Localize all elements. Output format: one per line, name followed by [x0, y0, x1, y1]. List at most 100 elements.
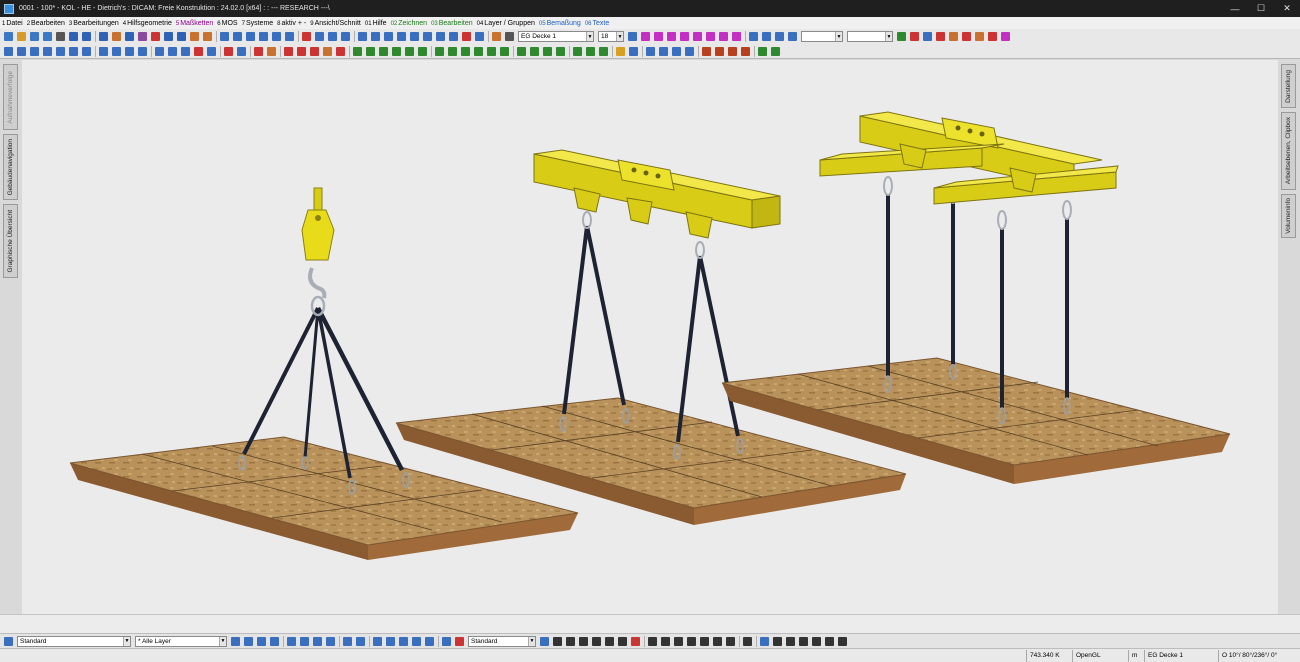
- secondary-tool-icon[interactable]: [715, 46, 724, 56]
- draw-tool-icon[interactable]: [812, 636, 821, 646]
- secondary-tool-icon[interactable]: [702, 46, 711, 56]
- draw-tool-icon[interactable]: [648, 636, 657, 646]
- secondary-tool-icon[interactable]: [4, 46, 13, 56]
- view-tool-icon[interactable]: [693, 32, 702, 41]
- secondary-tool-icon[interactable]: [69, 46, 78, 56]
- secondary-tool-icon[interactable]: [487, 46, 496, 56]
- secondary-tool-icon[interactable]: [112, 46, 121, 56]
- secondary-tool-icon[interactable]: [728, 46, 737, 56]
- line-style-select[interactable]: Standard ▼: [468, 635, 536, 647]
- secondary-tool-icon[interactable]: [207, 46, 216, 56]
- main-tool-icon[interactable]: [220, 32, 229, 41]
- main-tool-icon[interactable]: [436, 32, 445, 41]
- main-tool-icon[interactable]: [328, 32, 337, 41]
- secondary-tool-icon[interactable]: [586, 46, 595, 56]
- draw-tool-icon[interactable]: [540, 636, 549, 646]
- minimize-button[interactable]: —: [1222, 0, 1248, 17]
- bottom-tool-icon[interactable]: [425, 636, 434, 646]
- secondary-tool-icon[interactable]: [500, 46, 509, 56]
- tool-tool-icon[interactable]: [910, 32, 919, 41]
- secondary-tool-icon[interactable]: [771, 46, 780, 56]
- bottom-tool-icon[interactable]: [326, 636, 335, 646]
- secondary-tool-icon[interactable]: [461, 46, 470, 56]
- main-tool-icon[interactable]: [190, 32, 199, 41]
- main-tool-icon[interactable]: [125, 32, 134, 41]
- secondary-tool-icon[interactable]: [323, 46, 332, 56]
- menu-bearbeiten[interactable]: 2 Bearbeiten: [27, 20, 65, 27]
- view-tool-icon[interactable]: [628, 32, 637, 41]
- bottom-tool-icon[interactable]: [373, 636, 382, 646]
- main-tool-icon[interactable]: [246, 32, 255, 41]
- secondary-tool-icon[interactable]: [685, 46, 694, 56]
- main-tool-icon[interactable]: [4, 32, 13, 41]
- secondary-tool-icon[interactable]: [599, 46, 608, 56]
- main-tool-icon[interactable]: [138, 32, 147, 41]
- secondary-tool-icon[interactable]: [43, 46, 52, 56]
- main-tool-icon[interactable]: [462, 32, 471, 41]
- bottom-tool-icon[interactable]: [343, 636, 352, 646]
- tool-tool-icon[interactable]: [923, 32, 932, 41]
- main-tool-icon[interactable]: [341, 32, 350, 41]
- bottom-tool-icon[interactable]: [455, 636, 464, 646]
- view-tool-icon[interactable]: [641, 32, 650, 41]
- secondary-tool-icon[interactable]: [82, 46, 91, 56]
- draw-tool-icon[interactable]: [700, 636, 709, 646]
- view-tool-icon[interactable]: [732, 32, 741, 41]
- single-spreader-beam-lift[interactable]: [395, 149, 907, 525]
- view-select[interactable]: ▼: [801, 31, 843, 42]
- main-tool-icon[interactable]: [56, 32, 65, 41]
- maximize-button[interactable]: ☐: [1248, 0, 1274, 17]
- secondary-tool-icon[interactable]: [556, 46, 565, 56]
- secondary-tool-icon[interactable]: [543, 46, 552, 56]
- secondary-tool-icon[interactable]: [435, 46, 444, 56]
- draw-tool-icon[interactable]: [579, 636, 588, 646]
- main-tool-icon[interactable]: [397, 32, 406, 41]
- bottom-tool-icon[interactable]: [231, 636, 240, 646]
- draw-tool-icon[interactable]: [631, 636, 640, 646]
- secondary-tool-icon[interactable]: [474, 46, 483, 56]
- draw-tool-icon[interactable]: [592, 636, 601, 646]
- tool-tool-icon[interactable]: [988, 32, 997, 41]
- main-tool-icon[interactable]: [99, 32, 108, 41]
- draw-tool-icon[interactable]: [674, 636, 683, 646]
- main-tool-icon[interactable]: [423, 32, 432, 41]
- main-tool-icon[interactable]: [358, 32, 367, 41]
- secondary-tool-icon[interactable]: [297, 46, 306, 56]
- menu-zeichnen[interactable]: 02 Zeichnen: [391, 20, 427, 27]
- main-tool-icon[interactable]: [410, 32, 419, 41]
- main-tool-icon[interactable]: [203, 32, 212, 41]
- view-tool-icon[interactable]: [788, 32, 797, 41]
- tab-arbeitsebenen-clipbox[interactable]: Arbeitsebenen, Clipbox: [1281, 112, 1296, 190]
- view-tool-icon[interactable]: [762, 32, 771, 41]
- secondary-tool-icon[interactable]: [659, 46, 668, 56]
- main-tool-icon[interactable]: [17, 32, 26, 41]
- menu-bemaßung[interactable]: 05 Bemaßung: [539, 20, 581, 27]
- menu-bearbeiten[interactable]: 03 Bearbeiten: [431, 20, 473, 27]
- secondary-tool-icon[interactable]: [741, 46, 750, 56]
- main-tool-icon[interactable]: [449, 32, 458, 41]
- menu-maßketten[interactable]: 5 Maßketten: [176, 20, 213, 27]
- secondary-tool-icon[interactable]: [267, 46, 276, 56]
- menu-texte[interactable]: 06 Texte: [585, 20, 609, 27]
- secondary-tool-icon[interactable]: [353, 46, 362, 56]
- main-tool-icon[interactable]: [272, 32, 281, 41]
- bottom-tool-icon[interactable]: [287, 636, 296, 646]
- main-tool-icon[interactable]: [475, 32, 484, 41]
- secondary-tool-icon[interactable]: [237, 46, 246, 56]
- secondary-tool-icon[interactable]: [517, 46, 526, 56]
- secondary-tool-icon[interactable]: [530, 46, 539, 56]
- close-button[interactable]: ✕: [1274, 0, 1300, 17]
- secondary-tool-icon[interactable]: [448, 46, 457, 56]
- main-tool-icon[interactable]: [285, 32, 294, 41]
- secondary-tool-icon[interactable]: [224, 46, 233, 56]
- main-tool-icon[interactable]: [164, 32, 173, 41]
- bottom-tool-icon[interactable]: [257, 636, 266, 646]
- secondary-tool-icon[interactable]: [366, 46, 375, 56]
- bottom-tool-icon[interactable]: [244, 636, 253, 646]
- tool-tool-icon[interactable]: [936, 32, 945, 41]
- bottom-tool-icon[interactable]: [313, 636, 322, 646]
- draw-tool-icon[interactable]: [687, 636, 696, 646]
- tab-aufnahmeverfolge[interactable]: Aufnahmeverfolge: [3, 64, 18, 130]
- secondary-tool-icon[interactable]: [194, 46, 203, 56]
- menu-ansicht-schnitt[interactable]: 9 Ansicht/Schnitt: [310, 20, 361, 27]
